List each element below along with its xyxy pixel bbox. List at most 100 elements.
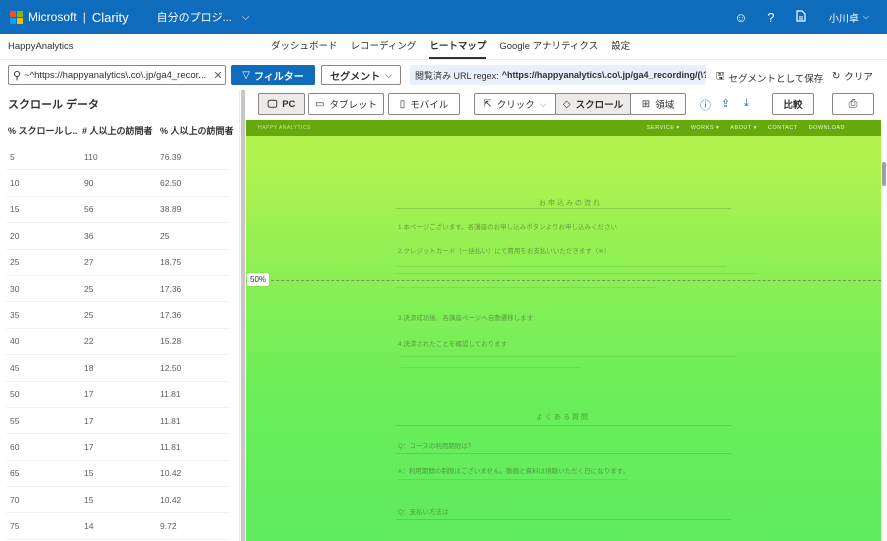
search-input[interactable]: ~^https://happyanalytics\.co\.jp/ga4_rec…	[24, 70, 211, 81]
visitor-percent-cell: 10.42	[160, 494, 182, 505]
save-icon: 🖫	[716, 71, 725, 82]
visitor-percent-cell: 62.50	[160, 178, 182, 189]
grid-icon: ⊞	[641, 98, 651, 110]
visitor-count-cell: 15	[84, 494, 94, 505]
user-menu[interactable]: 小川卓 ⌵	[829, 10, 869, 25]
scroll-heatmap-canvas[interactable]: HAPPY ANALYTICS SERVICE ▾ WORKS ▾ ABOUT …	[246, 120, 881, 541]
visitor-percent-cell: 12.50	[160, 362, 182, 373]
device-pc-button[interactable]: 🖵 PC	[258, 93, 305, 115]
info-icon[interactable]: ⓘ	[700, 97, 711, 113]
scroll-percent-cell: 50	[10, 389, 20, 400]
column-header-visitor-count[interactable]: # 人以上の訪問者	[77, 124, 159, 142]
page-paragraph: 4.決済されたことを確認しております	[398, 341, 508, 348]
tab-recordings[interactable]: レコーディング	[351, 34, 417, 60]
chevron-down-icon: ⌵	[539, 98, 547, 109]
url-search-box[interactable]: ⚲ ~^https://happyanalytics\.co\.jp/ga4_r…	[8, 65, 226, 85]
clear-button[interactable]: ↻ クリア	[832, 69, 873, 84]
tab-google-analytics[interactable]: Google アナリティクス	[499, 34, 598, 60]
canvas-scrollbar[interactable]	[881, 120, 887, 541]
table-row: 5 110 76.39	[6, 144, 230, 171]
device-mobile-button[interactable]: ▯ モバイル	[388, 93, 460, 115]
segment-dropdown[interactable]: セグメント ⌵	[321, 65, 401, 85]
visitor-percent-cell: 17.36	[160, 310, 182, 321]
table-row: 65 15 10.42	[6, 461, 230, 488]
save-as-segment-button[interactable]: 🖫 セグメントとして保存	[716, 69, 823, 86]
site-nav-link: ABOUT ▾	[730, 125, 757, 131]
page-paragraph: 2.クレジットカード（一括払い）にて費用をお支払いいただきます（※）	[398, 248, 611, 255]
chevron-down-icon: ⌵	[385, 69, 392, 80]
page-rule	[401, 356, 736, 357]
scroll-percent-cell: 70	[10, 494, 20, 505]
tab-dashboard[interactable]: ダッシュボード	[271, 34, 338, 60]
scroll-percent-cell: 15	[10, 204, 20, 215]
scroll-percent-cell: 65	[10, 468, 20, 479]
visitor-percent-cell: 76.39	[160, 151, 182, 162]
fold-percent-label: 50%	[247, 273, 270, 286]
panel-splitter[interactable]	[241, 90, 245, 541]
scroll-data-table: 5 110 76.39 10 90 62.50 15 56 38.89 20 36 25 25 27 18.…	[6, 144, 230, 540]
visitor-count-cell: 25	[84, 283, 94, 294]
project-selector[interactable]: 自分のプロジ... ⌵	[157, 9, 250, 25]
segment-label: セグメント	[330, 71, 381, 83]
scroll-percent-cell: 25	[10, 257, 20, 268]
visitor-count-cell: 17	[84, 415, 94, 426]
visitor-count-cell: 17	[84, 389, 94, 400]
page-rule	[396, 425, 731, 426]
download-icon[interactable]: ⤓	[744, 97, 749, 110]
click-heatmap-button[interactable]: ⇱ クリック ⌵	[474, 93, 556, 115]
funnel-icon: ▽	[242, 69, 250, 81]
site-nav-link: WORKS ▾	[690, 125, 720, 131]
column-header-visitor-percent[interactable]: % 人以上の訪問者	[159, 124, 239, 142]
tab-settings[interactable]: 設定	[611, 34, 630, 60]
visitor-count-cell: 56	[84, 204, 94, 215]
scroll-percent-cell: 5	[10, 151, 15, 162]
table-row: 50 17 11.81	[6, 382, 230, 408]
visitor-count-cell: 22	[84, 336, 94, 347]
filter-button[interactable]: ▽ フィルター	[231, 65, 315, 85]
visitor-percent-cell: 15.28	[160, 336, 182, 347]
site-name: HappyAnalytics	[8, 41, 74, 52]
area-label: 領域	[655, 100, 675, 111]
page-heading: よくある質問	[536, 414, 590, 421]
user-name: 小川卓	[828, 13, 859, 25]
site-nav-link: CONTACT	[767, 125, 798, 131]
help-icon[interactable]: ?	[757, 10, 785, 25]
site-logo: HAPPY ANALYTICS	[258, 125, 311, 131]
panel-title: スクロール データ	[8, 99, 100, 111]
document-icon[interactable]	[787, 9, 815, 25]
visitor-percent-cell: 17.36	[160, 283, 182, 294]
site-nav-link: SERVICE ▾	[646, 125, 680, 131]
tablet-label: タブレット	[329, 100, 377, 111]
device-tablet-button[interactable]: ▭ タブレット	[308, 93, 384, 115]
scroll-icon: ◇	[562, 98, 571, 110]
page-rule	[398, 479, 628, 480]
page-paragraph: Q：コースの利用期限は？	[398, 443, 475, 450]
area-heatmap-button[interactable]: ⊞ 領域	[630, 93, 686, 115]
cursor-icon: ⇱	[483, 98, 492, 110]
table-header: % スクロールし... # 人以上の訪問者 % 人以上の訪問者	[0, 124, 240, 142]
table-row: 70 15 10.42	[6, 487, 230, 514]
clear-search-icon[interactable]: ✕	[211, 69, 225, 82]
tab-heatmaps[interactable]: ヒートマップ	[429, 34, 487, 60]
visitor-count-cell: 27	[84, 257, 94, 268]
microsoft-logo[interactable]: Microsoft | Clarity	[10, 10, 129, 25]
compare-button[interactable]: 比較	[772, 93, 814, 115]
page-rule	[396, 208, 731, 209]
screenshot-button[interactable]: ⎙	[832, 93, 874, 115]
smiley-icon[interactable]: ☺	[727, 10, 755, 25]
visitor-count-cell: 25	[84, 310, 94, 321]
average-fold-line	[246, 280, 881, 281]
page-paragraph: 1.本ページございます。各講座のお申し込みボタンよりお申し込みください	[398, 224, 618, 231]
search-icon: ⚲	[13, 69, 22, 82]
column-header-scroll-percent[interactable]: % スクロールし...	[0, 124, 77, 142]
microsoft-squares-icon	[10, 10, 23, 24]
scroll-percent-cell: 20	[10, 230, 20, 241]
table-row: 10 90 62.50	[6, 170, 230, 197]
monitor-icon: 🖵	[267, 98, 278, 110]
page-rule	[396, 287, 656, 288]
table-row: 15 56 38.89	[6, 197, 230, 224]
active-filter-chip[interactable]: 閲覧済み URL regex: ^https://happyanalytics\…	[410, 65, 706, 85]
scroll-heatmap-button[interactable]: ◇ スクロール	[555, 93, 631, 115]
share-icon[interactable]: ⇪	[721, 97, 730, 110]
canvas-scrollbar-thumb[interactable]	[882, 162, 886, 186]
